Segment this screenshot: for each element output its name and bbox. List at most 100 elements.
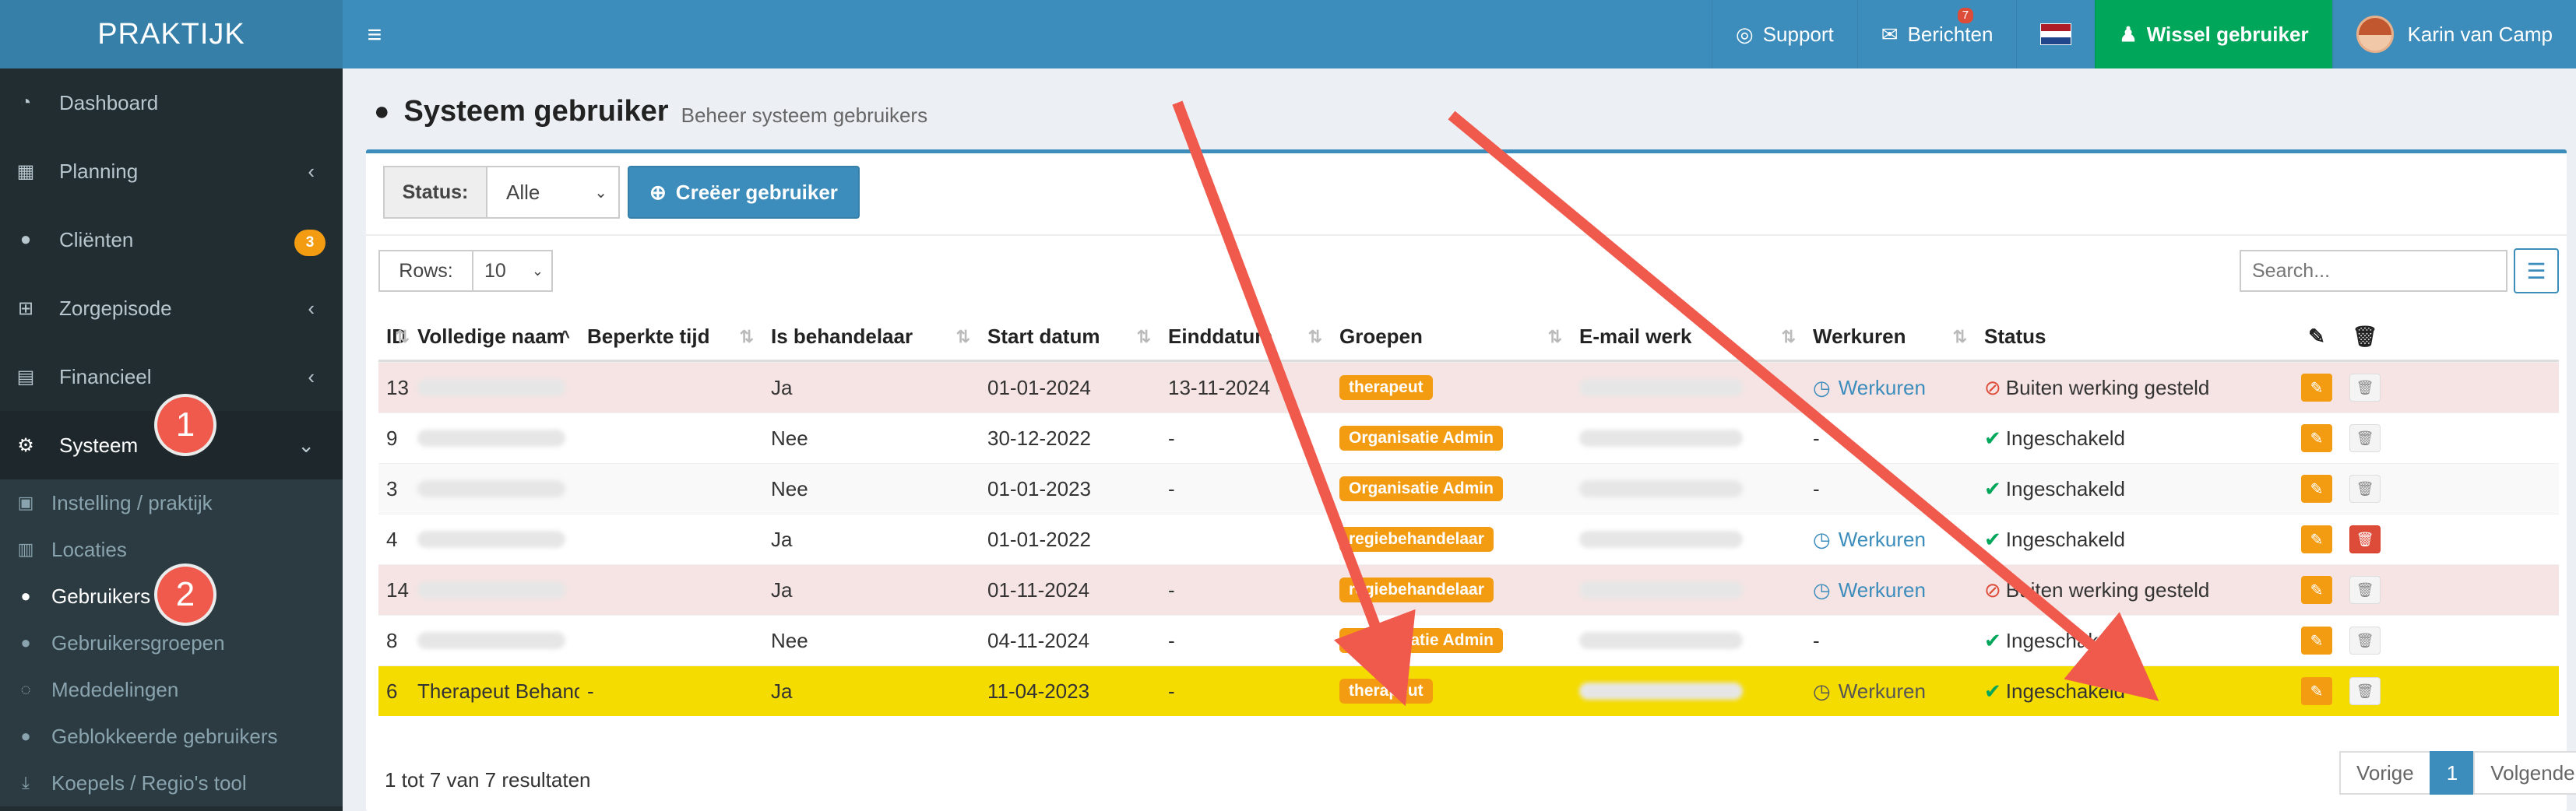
rows-per-page: Rows: 10 ⌄ [378, 250, 553, 292]
language-switch[interactable] [2016, 0, 2095, 68]
users-table: ID ⇅ Volledige naam ^ Beperkte tijd ⇅ Is be… [378, 314, 2559, 716]
user-menu[interactable]: Karin van Camp [2331, 0, 2576, 68]
status-text: Buiten werking gesteld [2005, 375, 2210, 399]
cell-werkuren[interactable]: ◷ Werkuren [1805, 363, 1976, 413]
messages-count-badge: 7 [1957, 8, 1974, 23]
disabled-icon: ⊘ [1984, 578, 2001, 602]
page-1-button[interactable]: 1 [2429, 751, 2476, 795]
edit-button[interactable]: ✎ [2301, 475, 2332, 503]
col-einddatum[interactable]: Einddatum ⇅ [1160, 314, 1332, 360]
switch-user-button[interactable]: ♟ Wissel gebruiker [2095, 0, 2332, 68]
col-label: Groepen [1339, 325, 1423, 348]
user-lock-icon: ● [20, 726, 31, 746]
group-badge: therapeut [1339, 375, 1433, 400]
submenu-item-instelling[interactable]: ▣ Instelling / praktijk [0, 479, 343, 526]
werkuren-link[interactable]: Werkuren [1839, 679, 1926, 704]
col-start-datum[interactable]: Start datum ⇅ [980, 314, 1160, 360]
delete-button[interactable]: 🗑 [2349, 627, 2381, 655]
redacted-email [1579, 632, 1743, 649]
support-link[interactable]: ◎ Support [1712, 0, 1857, 68]
cell-groepen: Organisatie Admin [1332, 413, 1571, 463]
switch-user-label: Wissel gebruiker [2146, 22, 2309, 46]
submenu-item-gebruikersgroepen[interactable]: ● Gebruikersgroepen [0, 620, 343, 666]
cell-beperkte-tijd [579, 565, 763, 615]
status-text: Buiten werking gesteld [2005, 578, 2210, 602]
delete-button[interactable]: 🗑 [2349, 576, 2381, 604]
create-user-button[interactable]: ⊕ Creëer gebruiker [628, 166, 860, 219]
prev-page-button[interactable]: Vorige [2339, 751, 2431, 795]
delete-button[interactable]: 🗑 [2349, 525, 2381, 553]
user-secret-icon: ♟ [2119, 22, 2138, 46]
col-name[interactable]: Volledige naam ^ [410, 314, 579, 360]
rows-select[interactable]: 10 ⌄ [473, 250, 553, 292]
delete-button[interactable]: 🗑 [2349, 424, 2381, 452]
cell-werkuren: - [1813, 628, 1820, 652]
hamburger-menu-icon[interactable]: ≡ [343, 0, 406, 68]
cell-status: ✔ Ingeschakeld [1976, 514, 2288, 564]
cell-werkuren[interactable]: ◷ Werkuren [1805, 565, 1976, 615]
sidebar-item-zorgepisode[interactable]: ⊞ Zorgepisode ‹ [0, 274, 343, 342]
redacted-name [417, 632, 565, 649]
table-body: 13 Ja 01-01-2024 13-11-2024 therapeut ◷ Werkur… [378, 362, 2559, 716]
cell-status: ⊘ Buiten werking gesteld [1976, 565, 2288, 615]
werkuren-link[interactable]: Werkuren [1839, 376, 1926, 400]
cell-id: 4 [386, 527, 398, 551]
next-page-button[interactable]: Volgende [2473, 751, 2576, 795]
edit-button[interactable]: ✎ [2301, 677, 2332, 705]
sidebar-item-planning[interactable]: ▦ Planning ‹ [0, 137, 343, 205]
edit-button[interactable]: ✎ [2301, 576, 2332, 604]
sidebar-item-clienten[interactable]: ● Cliënten 3 [0, 205, 343, 274]
sidebar-item-dashboard[interactable]: ◔ Dashboard [0, 68, 343, 137]
sort-icon: ⇅ [1307, 326, 1322, 346]
page-title: Systeem gebruiker [403, 94, 669, 128]
edit-button[interactable]: ✎ [2301, 374, 2332, 402]
cell-werkuren[interactable]: ◷ Werkuren [1805, 666, 1976, 716]
submenu-item-mededelingen[interactable]: ◌ Mededelingen [0, 666, 343, 713]
user-icon: ● [374, 96, 390, 126]
table-row: 4 Ja 01-01-2022 regiebehandelaar ◷ Werkuren ✔ I… [378, 514, 2559, 564]
edit-button[interactable]: ✎ [2301, 627, 2332, 655]
brand-logo[interactable]: PRAKTIJK [0, 0, 343, 68]
edit-button[interactable]: ✎ [2301, 424, 2332, 452]
col-is-behandelaar[interactable]: Is behandelaar ⇅ [763, 314, 980, 360]
submenu-item-geblokkeerde[interactable]: ● Geblokkeerde gebruikers [0, 713, 343, 760]
search-input[interactable] [2240, 250, 2507, 292]
cell-id: 14 [386, 578, 409, 602]
systeem-submenu: ▣ Instelling / praktijk ▥ Locaties ● Geb… [0, 479, 343, 806]
delete-button[interactable]: 🗑 [2349, 677, 2381, 705]
app-window: PRAKTIJK ◔ Dashboard ▦ Planning ‹ ● Clië… [0, 0, 2576, 811]
col-status[interactable]: Status [1976, 314, 2288, 360]
redacted-name [417, 430, 565, 447]
medkit-icon: ⊞ [17, 297, 34, 319]
redacted-name [417, 379, 565, 396]
col-label: Status [1984, 325, 2046, 348]
users-icon: ● [20, 633, 31, 652]
col-werkuren[interactable]: Werkuren ⇅ [1805, 314, 1976, 360]
cell-status: ✔ Ingeschakeld [1976, 464, 2288, 514]
col-email-werk[interactable]: E-mail werk ⇅ [1571, 314, 1805, 360]
comments-icon: ◌ [20, 679, 31, 699]
cell-start-datum: 30-12-2022 [987, 426, 1091, 450]
col-id[interactable]: ID ⇅ [378, 314, 410, 360]
cell-groepen: regiebehandelaar [1332, 514, 1571, 564]
submenu-item-locaties[interactable]: ▥ Locaties [0, 526, 343, 573]
redacted-name [417, 480, 565, 497]
sort-icon: ⇅ [1781, 326, 1796, 346]
edit-button[interactable]: ✎ [2301, 525, 2332, 553]
delete-button[interactable]: 🗑 [2349, 374, 2381, 402]
calendar-icon: ▦ [16, 160, 35, 182]
column-toggle-button[interactable]: ☰ [2514, 248, 2559, 293]
delete-button[interactable]: 🗑 [2349, 475, 2381, 503]
cell-edit: ✎ [2288, 413, 2338, 463]
cell-beperkte-tijd [579, 413, 763, 463]
messages-link[interactable]: ✉ Berichten 7 [1856, 0, 2017, 68]
status-filter-select[interactable]: Alle ⌄ [487, 166, 620, 219]
submenu-item-koepels[interactable]: ⤓ Koepels / Regio's tool [0, 760, 343, 806]
sort-icon: ⇅ [1136, 326, 1151, 346]
sort-icon: ⇅ [1547, 326, 1562, 346]
werkuren-link[interactable]: Werkuren [1839, 528, 1926, 552]
werkuren-link[interactable]: Werkuren [1839, 578, 1926, 602]
col-beperkte-tijd[interactable]: Beperkte tijd ⇅ [579, 314, 763, 360]
cell-werkuren[interactable]: ◷ Werkuren [1805, 514, 1976, 564]
col-groepen[interactable]: Groepen ⇅ [1332, 314, 1571, 360]
